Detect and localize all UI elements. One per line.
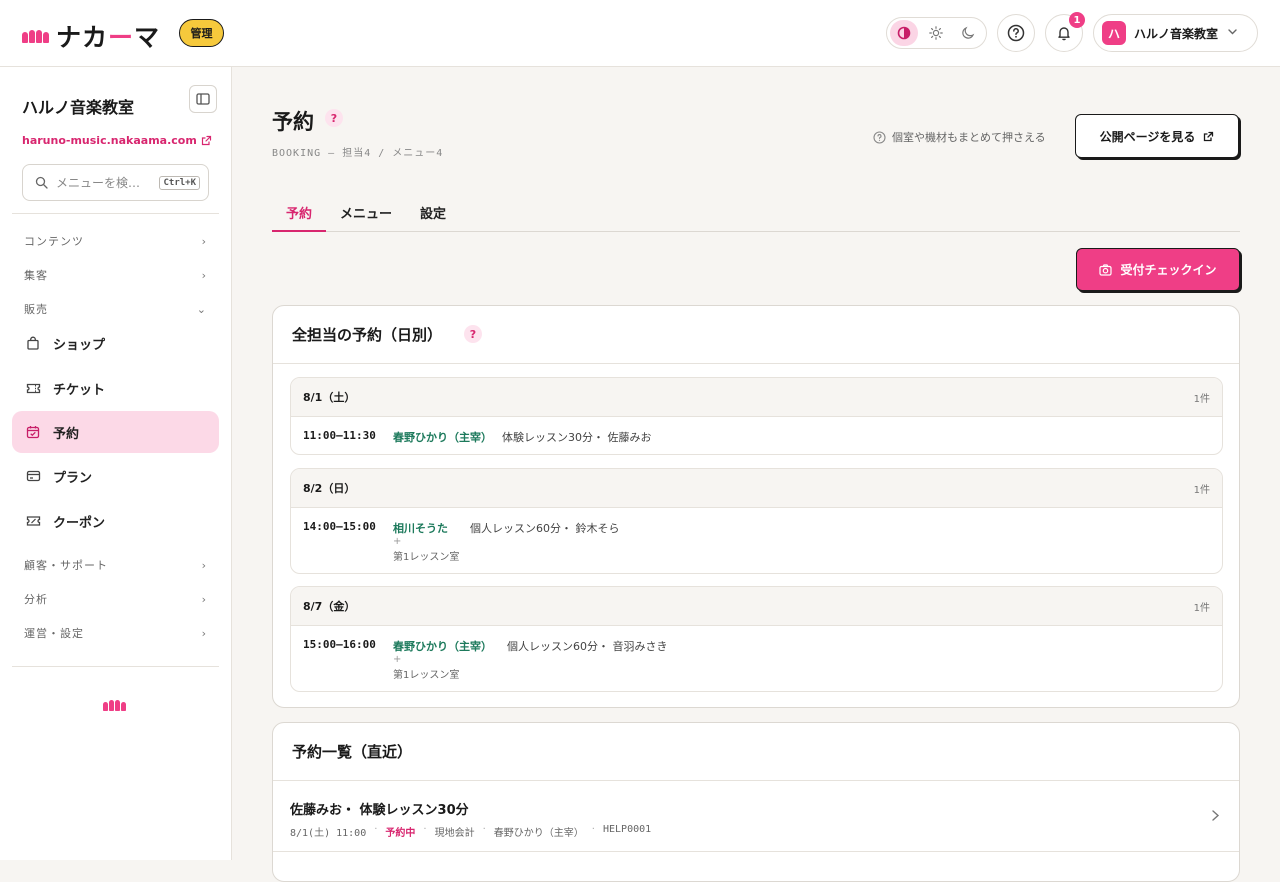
reception-checkin-button[interactable]: 受付チェックイン (1076, 248, 1240, 291)
day-header: 8/1（土） 1件 (291, 378, 1222, 417)
search-icon (35, 176, 48, 189)
help-icon (1007, 24, 1025, 42)
sidebar-section-analytics[interactable]: 分析 › (24, 589, 207, 609)
search-placeholder: メニューを検… (56, 176, 141, 190)
sidebar-section-marketing[interactable]: 集客 › (24, 265, 207, 285)
sidebar-item-coupon[interactable]: クーポン (12, 500, 219, 542)
logo-mark-icon (22, 29, 49, 43)
chevron-right-icon: › (201, 626, 207, 640)
page-title: 予約 (272, 110, 314, 134)
logo-text: ナカーマ (56, 23, 161, 52)
coupon-icon (25, 515, 41, 527)
daily-bookings-card: 全担当の予約（日別） ? 8/1（土） 1件 11:00–11:30 春野ひかり… (272, 305, 1240, 708)
chevron-right-icon: › (201, 558, 207, 572)
day-group: 8/7（金） 1件 15:00–16:00 春野ひかり（主宰） 個人レッスン60… (290, 586, 1223, 692)
search-shortcut: Ctrl+K (159, 175, 200, 190)
bell-icon (1058, 27, 1070, 41)
collapse-sidebar-button[interactable] (189, 85, 217, 113)
account-name: ハルノ音楽教室 (1134, 26, 1219, 41)
help-button[interactable] (997, 14, 1035, 52)
chevron-right-icon: › (201, 592, 207, 606)
theme-light-button[interactable] (922, 20, 950, 46)
camera-icon (1099, 263, 1113, 276)
chevron-right-icon: › (201, 234, 207, 248)
school-name: ハルノ音楽教室 (22, 98, 135, 117)
booking-slot[interactable]: 14:00–15:00 相川そうた 個人レッスン60分・ 鈴木そら + 第1レッ… (291, 508, 1222, 563)
sidebar-item-booking[interactable]: 予約 (12, 411, 219, 453)
chevron-down-icon (1227, 26, 1238, 40)
chevron-down-icon: ⌄ (196, 302, 207, 316)
sidebar-item-plan[interactable]: プラン (12, 455, 219, 497)
admin-badge: 管理 (179, 19, 224, 47)
sidebar-item-ticket[interactable]: チケット (12, 367, 219, 409)
menu-search-input[interactable]: メニューを検… Ctrl+K (22, 164, 209, 201)
breadcrumb: BOOKING — 担当4 / メニュー4 (272, 148, 444, 159)
sidebar-toggle-icon (196, 93, 210, 105)
app-logo[interactable]: ナカーマ (22, 18, 160, 54)
recent-bookings-card: 予約一覧（直近） 佐藤みお・ 体験レッスン30分 8/1(土) 11:00 · … (272, 722, 1240, 882)
top-bar: ナカーマ 管理 1 ハ ハルノ音楽教室 (0, 0, 1280, 67)
external-link-icon (1204, 131, 1214, 141)
theme-dark-button[interactable] (954, 20, 982, 46)
sidebar-section-customers[interactable]: 顧客・サポート › (24, 555, 207, 575)
help-circle-icon (873, 130, 886, 144)
account-avatar: ハ (1102, 21, 1126, 45)
tab-menu[interactable]: メニュー (326, 193, 406, 232)
external-link-icon (201, 135, 211, 146)
view-public-page-button[interactable]: 公開ページを見る (1075, 114, 1239, 158)
status-badge: 予約中 (385, 828, 416, 839)
row-meta: 8/1(土) 11:00 · 予約中 · 現地会計 · 春野ひかり（主宰） · … (290, 824, 652, 839)
sidebar: ハルノ音楽教室 haruno-music.nakaama.com メニューを検…… (0, 67, 232, 860)
tab-booking[interactable]: 予約 (272, 193, 327, 232)
credit-card-icon (25, 470, 41, 482)
shopping-bag-icon (25, 336, 41, 350)
tab-bar: 予約 メニュー 設定 (272, 193, 1240, 232)
hint-text: 個室や機材もまとめて押さえる (873, 129, 1046, 145)
booking-slot[interactable]: 11:00–11:30 春野ひかり（主宰） 体験レッスン30分・ 佐藤みお (291, 417, 1222, 444)
card-title: 全担当の予約（日別） ? (273, 306, 1239, 364)
sidebar-divider (12, 666, 219, 667)
sidebar-section-operations[interactable]: 運営・設定 › (24, 623, 207, 643)
account-menu-button[interactable]: ハ ハルノ音楽教室 (1093, 14, 1258, 52)
day-header: 8/2（日） 1件 (291, 469, 1222, 508)
help-question-icon[interactable]: ? (464, 325, 482, 343)
sidebar-divider (12, 213, 219, 214)
theme-auto-button[interactable] (890, 20, 918, 46)
sidebar-section-content[interactable]: コンテンツ › (24, 231, 207, 251)
card-title: 予約一覧（直近） (273, 723, 1239, 781)
theme-toggle (886, 17, 987, 49)
day-group: 8/1（土） 1件 11:00–11:30 春野ひかり（主宰） 体験レッスン30… (290, 377, 1223, 455)
day-group: 8/2（日） 1件 14:00–15:00 相川そうた 個人レッスン60分・ 鈴… (290, 468, 1223, 574)
sidebar-item-shop[interactable]: ショップ (12, 322, 219, 364)
tab-settings[interactable]: 設定 (406, 193, 460, 232)
calendar-check-icon (25, 425, 41, 439)
sun-icon (929, 26, 943, 40)
public-site-link[interactable]: haruno-music.nakaama.com (22, 134, 212, 147)
contrast-icon (897, 26, 911, 40)
chevron-right-icon: › (201, 268, 207, 282)
day-header: 8/7（金） 1件 (291, 587, 1222, 626)
sidebar-section-sales[interactable]: 販売 ⌄ (24, 299, 207, 319)
footer-logo-icon (103, 700, 126, 711)
table-row[interactable]: 佐藤みお・ 体験レッスン30分 8/1(土) 11:00 · 予約中 · 現地会… (273, 781, 1239, 852)
booking-slot[interactable]: 15:00–16:00 春野ひかり（主宰） 個人レッスン60分・ 音羽みさき +… (291, 626, 1222, 681)
help-question-icon[interactable]: ? (325, 109, 343, 127)
notification-count-badge: 1 (1069, 12, 1085, 28)
moon-icon (962, 26, 975, 39)
ticket-icon (25, 382, 41, 395)
chevron-right-icon (1211, 809, 1220, 826)
